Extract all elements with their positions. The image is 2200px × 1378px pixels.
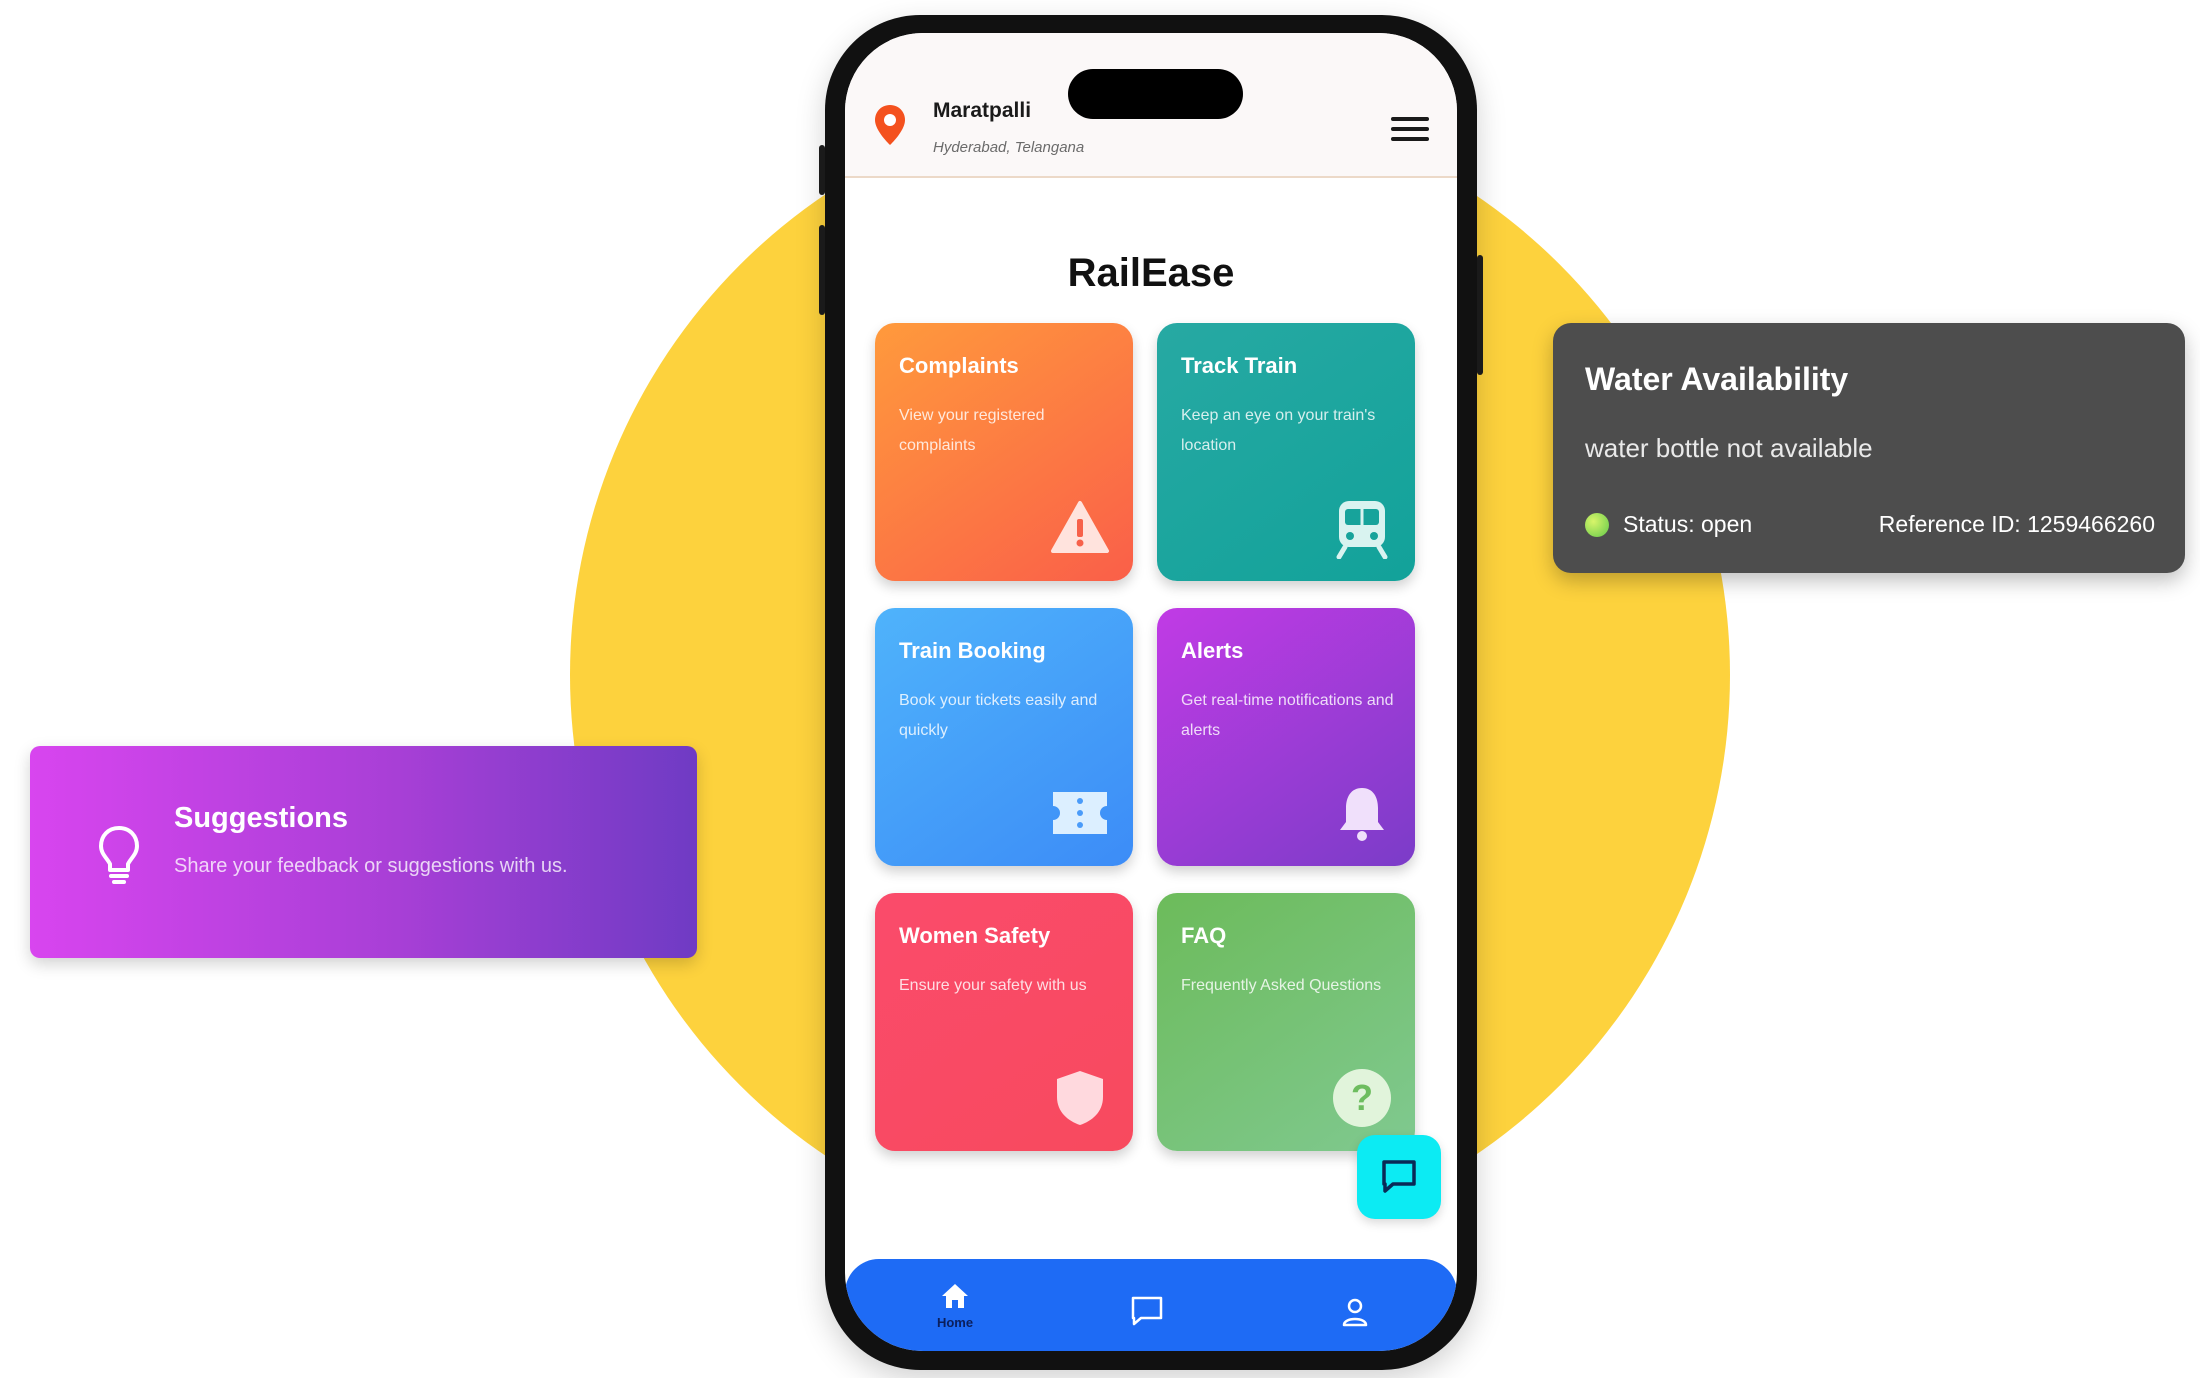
card-title: Complaints <box>899 353 1019 378</box>
faq-card[interactable]: FAQ Frequently Asked Questions ? <box>1157 893 1415 1151</box>
nav-home[interactable]: Home <box>915 1259 995 1351</box>
status-dot-icon <box>1585 513 1609 537</box>
dynamic-island <box>1068 69 1243 119</box>
train-icon <box>1336 501 1388 559</box>
hamburger-menu-icon[interactable] <box>1391 117 1429 145</box>
card-description: View your registered complaints <box>899 407 1045 454</box>
nav-chat[interactable] <box>1107 1259 1187 1351</box>
card-title: FAQ <box>1181 923 1227 948</box>
card-description: Ensure your safety with us <box>899 977 1087 994</box>
shield-icon <box>1057 1071 1103 1125</box>
lightbulb-icon <box>99 826 139 884</box>
card-description: Keep an eye on your train's location <box>1181 407 1376 454</box>
location-subtitle: Hyderabad, Telangana <box>933 139 1085 156</box>
train-booking-card[interactable]: Train Booking Book your tickets easily a… <box>875 608 1133 866</box>
chat-icon <box>1382 1160 1416 1193</box>
card-title: Track Train <box>1181 353 1298 378</box>
women-safety-card[interactable]: Women Safety Ensure your safety with us <box>875 893 1133 1151</box>
card-title: Train Booking <box>899 638 1046 663</box>
water-card-description: water bottle not available <box>1585 433 1873 463</box>
card-title: Alerts <box>1181 638 1244 663</box>
track-train-card[interactable]: Track Train Keep an eye on your train's … <box>1157 323 1415 581</box>
bell-icon <box>1340 788 1384 841</box>
chat-fab-button[interactable] <box>1357 1135 1441 1219</box>
phone-side-button <box>819 225 825 315</box>
reference-id: Reference ID: 1259466260 <box>1878 511 2155 537</box>
phone-side-button <box>819 145 825 195</box>
home-icon <box>942 1284 968 1308</box>
suggestions-description: Share your feedback or suggestions with … <box>174 855 568 877</box>
user-icon <box>1342 1298 1368 1327</box>
warning-icon <box>1051 501 1109 553</box>
app-title: RailEase <box>1067 251 1235 295</box>
location-name[interactable]: Maratpalli <box>933 99 1031 123</box>
nav-home-label: Home <box>936 1315 974 1330</box>
card-description: Book your tickets easily and quickly <box>899 692 1098 739</box>
status-text: Status: open <box>1623 511 1753 537</box>
chat-icon <box>1131 1296 1163 1326</box>
svg-text:?: ? <box>1351 1077 1373 1118</box>
suggestions-title: Suggestions <box>174 802 349 834</box>
location-pin-icon[interactable] <box>873 103 907 147</box>
card-description: Frequently Asked Questions <box>1181 977 1382 994</box>
question-icon: ? <box>1333 1069 1391 1127</box>
ticket-icon <box>1053 792 1107 834</box>
alerts-card[interactable]: Alerts Get real-time notifications and a… <box>1157 608 1415 866</box>
suggestions-card[interactable]: Suggestions Share your feedback or sugge… <box>30 746 697 958</box>
nav-profile[interactable] <box>1315 1259 1395 1351</box>
card-title: Women Safety <box>899 923 1051 948</box>
phone-side-button <box>1477 255 1483 375</box>
complaints-card[interactable]: Complaints View your registered complain… <box>875 323 1133 581</box>
bottom-navigation: Home <box>845 1259 1457 1351</box>
phone-screen: Maratpalli Hyderabad, Telangana RailEase… <box>845 33 1457 1351</box>
water-availability-card[interactable]: Water Availability water bottle not avai… <box>1553 323 2185 573</box>
card-description: Get real-time notifications and alerts <box>1181 692 1394 739</box>
phone-frame: Maratpalli Hyderabad, Telangana RailEase… <box>819 15 1483 1370</box>
water-card-title: Water Availability <box>1585 361 1849 397</box>
